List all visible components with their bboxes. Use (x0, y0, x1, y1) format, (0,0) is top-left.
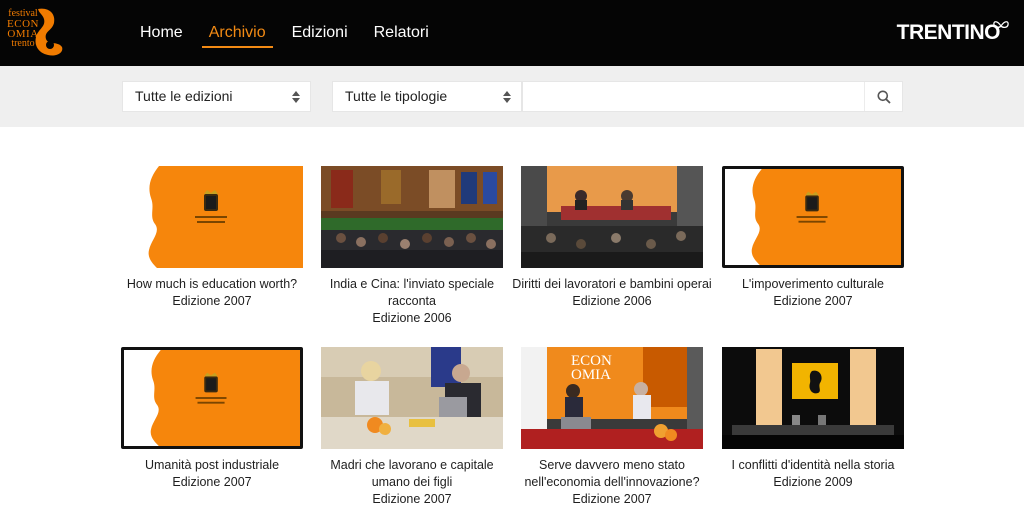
video-title[interactable]: L'impoverimento culturale (713, 276, 913, 293)
thumbnail-image (725, 169, 901, 265)
video-caption: Diritti dei lavoratori e bambini operai … (512, 276, 712, 310)
thumbnail-image (121, 166, 303, 268)
video-thumbnail[interactable] (722, 166, 904, 268)
video-thumbnail[interactable] (121, 166, 303, 268)
butterfly-icon (993, 21, 1009, 29)
video-thumbnail[interactable] (121, 347, 303, 449)
video-edition: Edizione 2007 (372, 492, 452, 506)
thumbnail-image (321, 166, 503, 268)
video-caption: India e Cina: l'inviato speciale raccont… (312, 276, 512, 327)
video-title[interactable]: How much is education worth? (112, 276, 312, 293)
video-edition: Edizione 2006 (372, 311, 452, 325)
video-caption: I conflitti d'identità nella storia Ediz… (713, 457, 913, 491)
video-thumbnail[interactable] (321, 166, 503, 268)
thumbnail-image (124, 350, 300, 446)
squirrel-icon (35, 8, 63, 56)
nav-archivio[interactable]: Archivio (199, 0, 276, 66)
thumbnail-image (722, 347, 904, 449)
video-edition: Edizione 2007 (773, 294, 853, 308)
edition-select-value: Tutte le edizioni (135, 88, 233, 104)
video-edition: Edizione 2007 (572, 492, 652, 506)
video-caption: Serve davvero meno stato nell'economia d… (512, 457, 712, 508)
search-box (522, 81, 903, 112)
video-caption: Madri che lavorano e capitale umano dei … (312, 457, 512, 508)
type-select[interactable]: Tutte le tipologie (332, 81, 522, 112)
video-thumbnail[interactable] (722, 347, 904, 449)
video-edition: Edizione 2007 (172, 475, 252, 489)
video-title[interactable]: Umanità post industriale (112, 457, 312, 474)
video-caption: Umanità post industriale Edizione 2007 (112, 457, 312, 491)
video-edition: Edizione 2007 (172, 294, 252, 308)
top-navigation-bar: festival ECON OMIA trento Home Archivio … (0, 0, 1024, 66)
video-thumbnail[interactable] (321, 347, 503, 449)
video-title[interactable]: Diritti dei lavoratori e bambini operai (512, 276, 712, 293)
trentino-wordmark: TRENTINO (896, 21, 1001, 44)
thumbnail-image: ECON OMIA (521, 347, 703, 449)
video-caption: How much is education worth? Edizione 20… (112, 276, 312, 310)
select-arrows-icon (503, 91, 511, 103)
search-icon (877, 90, 891, 104)
trentino-logo[interactable]: TRENTINO (897, 19, 1010, 47)
video-thumbnail[interactable]: ECON OMIA (521, 347, 703, 449)
nav-relatori[interactable]: Relatori (364, 0, 439, 66)
video-title[interactable]: I conflitti d'identità nella storia (713, 457, 913, 474)
type-select-value: Tutte le tipologie (345, 88, 448, 104)
festival-economia-logo[interactable]: festival ECON OMIA trento (6, 7, 64, 59)
video-title[interactable]: Madri che lavorano e capitale umano dei … (312, 457, 512, 491)
main-nav: Home Archivio Edizioni Relatori (130, 0, 445, 66)
filter-bar: Tutte le edizioni Tutte le tipologie (0, 66, 1024, 127)
svg-text:OMIA: OMIA (571, 367, 611, 383)
search-input[interactable] (523, 82, 863, 111)
thumbnail-image (521, 166, 703, 268)
video-thumbnail[interactable] (521, 166, 703, 268)
select-arrows-icon (292, 91, 300, 103)
thumbnail-image (321, 347, 503, 449)
video-caption: L'impoverimento culturale Edizione 2007 (713, 276, 913, 310)
video-edition: Edizione 2006 (572, 294, 652, 308)
edition-select[interactable]: Tutte le edizioni (122, 81, 311, 112)
nav-edizioni[interactable]: Edizioni (282, 0, 358, 66)
video-title[interactable]: Serve davvero meno stato nell'economia d… (512, 457, 712, 491)
video-edition: Edizione 2009 (773, 475, 853, 489)
search-button[interactable] (864, 82, 902, 111)
video-title[interactable]: India e Cina: l'inviato speciale raccont… (312, 276, 512, 310)
nav-home[interactable]: Home (130, 0, 193, 66)
